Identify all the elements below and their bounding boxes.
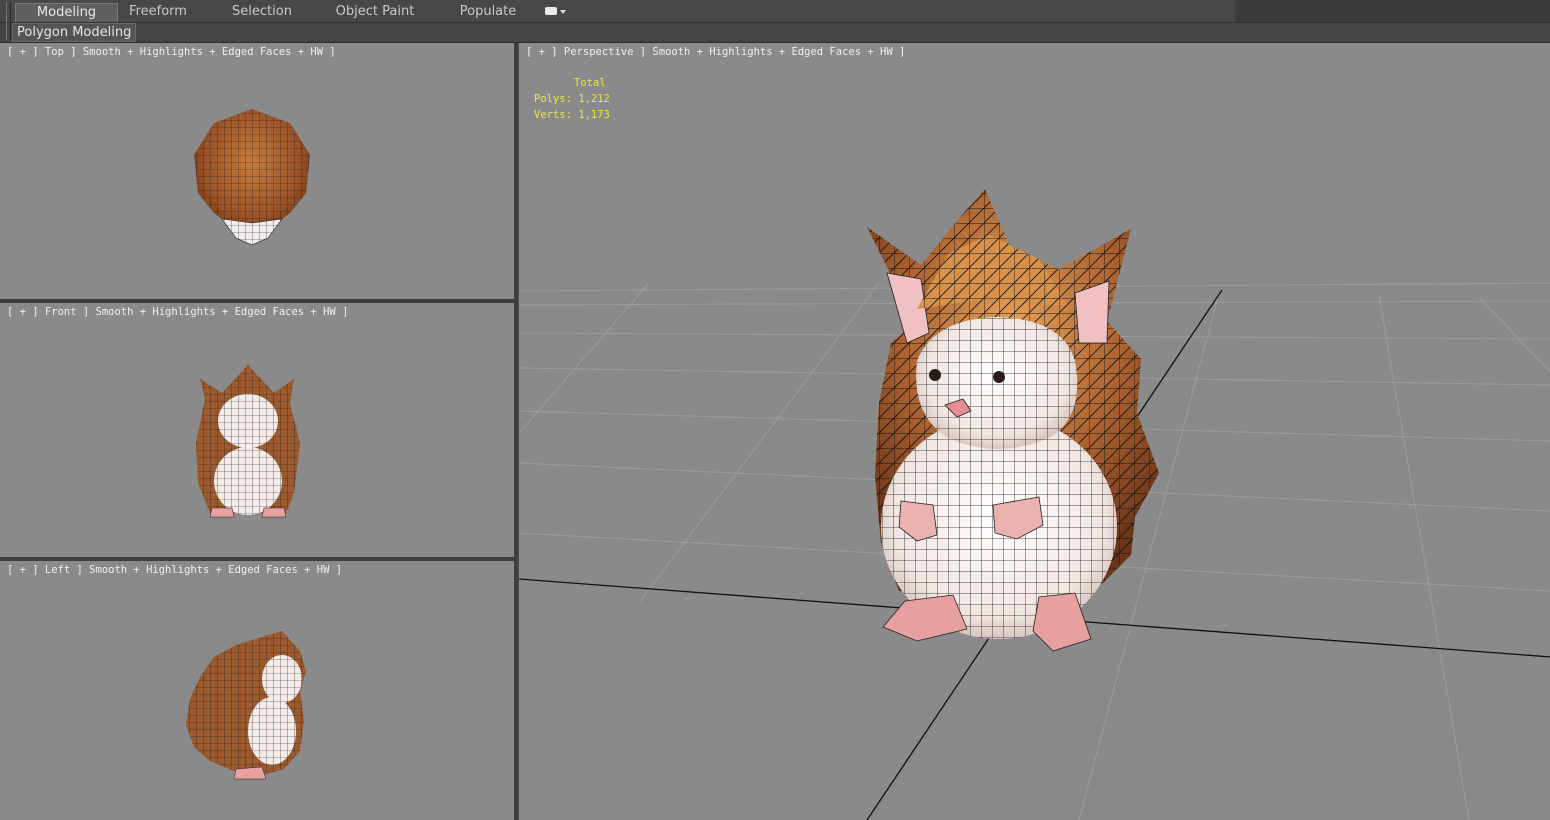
tab-selection[interactable]: Selection: [214, 3, 310, 21]
stats-polys: Polys: 1,212: [534, 93, 610, 105]
tab-populate[interactable]: Populate: [446, 3, 530, 21]
viewport-left[interactable]: [ + ] Left ] Smooth + Highlights + Edged…: [0, 561, 514, 820]
ribbon-tab-bar-empty: [1235, 0, 1550, 22]
stats-verts: Verts: 1,173: [534, 109, 610, 121]
perspective-scene: [519, 189, 1550, 820]
ribbon-options-button[interactable]: [538, 3, 572, 21]
ribbon-tab-bar: Modeling Freeform Selection Object Paint…: [0, 0, 1550, 23]
hedgehog-right-eye: [993, 371, 1005, 383]
polygon-modeling-panel[interactable]: Polygon Modeling: [12, 23, 137, 42]
viewport-top-label[interactable]: [ + ] Top ] Smooth + Highlights + Edged …: [7, 46, 336, 58]
viewport-perspective[interactable]: [ + ] Perspective ] Smooth + Highlights …: [518, 43, 1550, 820]
chevron-down-icon: [559, 9, 566, 14]
top-view-model: [194, 109, 310, 246]
viewport-front[interactable]: [ + ] Front ] Smooth + Highlights + Edge…: [0, 303, 514, 557]
stats-total-label: Total: [574, 77, 606, 89]
tab-modeling[interactable]: Modeling: [15, 3, 118, 22]
hedgehog-left-eye: [929, 369, 941, 381]
statistics-overlay: Total Polys: 1,212 Verts: 1,173: [534, 75, 610, 123]
viewport-front-label[interactable]: [ + ] Front ] Smooth + Highlights + Edge…: [7, 306, 348, 318]
ribbon-menu-icon: [544, 6, 557, 15]
ribbon: Modeling Freeform Selection Object Paint…: [0, 0, 1550, 43]
left-view-model: [186, 631, 306, 780]
viewport-perspective-label[interactable]: [ + ] Perspective ] Smooth + Highlights …: [526, 46, 905, 58]
tab-freeform[interactable]: Freeform: [116, 3, 200, 21]
front-view-model: [196, 365, 300, 518]
viewport-left-label[interactable]: [ + ] Left ] Smooth + Highlights + Edged…: [7, 564, 342, 576]
hedgehog-model: [867, 189, 1159, 652]
tab-object-paint[interactable]: Object Paint: [326, 3, 424, 21]
hedgehog-left-foot: [882, 594, 968, 642]
viewport-top[interactable]: [ + ] Top ] Smooth + Highlights + Edged …: [0, 43, 514, 299]
ribbon-grip-handle[interactable]: [6, 2, 11, 40]
